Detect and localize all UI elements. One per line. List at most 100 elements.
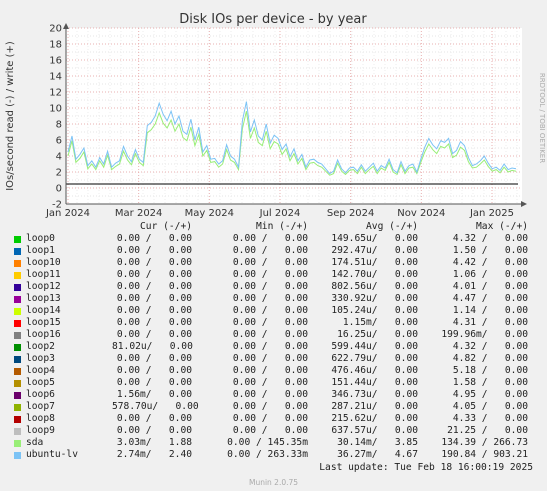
legend-swatch [14, 380, 21, 387]
legend-swatch [14, 284, 21, 291]
legend-name: loop2 [26, 341, 55, 352]
legend: Cur (-/+) Min (-/+) Avg (-/+) Max (-/+) … [0, 221, 547, 461]
legend-avg: 622.79u/ 0.00 [331, 353, 418, 364]
legend-cur: 0.00 / 0.00 [116, 329, 192, 340]
legend-name: loop3 [26, 353, 55, 364]
legend-row-loop16: loop16 0.00 / 0.00 0.00 / 0.00 16.25u/ 0.00… [0, 329, 547, 341]
legend-name: loop6 [26, 389, 55, 400]
legend-name: loop1 [26, 245, 55, 256]
legend-row-loop14: loop14 0.00 / 0.00 0.00 / 0.00 105.24u/ 0.0… [0, 305, 547, 317]
legend-cur: 0.00 / 0.00 [116, 353, 192, 364]
legend-avg: 802.56u/ 0.00 [331, 281, 418, 292]
legend-cur: 1.56m/ 0.00 [116, 389, 192, 400]
legend-row-ubuntu-lv: ubuntu-lv 2.74m/ 2.40 0.00 / 263.33m 36.27m… [0, 449, 547, 461]
legend-header-max: Max (-/+) [476, 221, 528, 232]
legend-max: 4.42 / 0.00 [452, 257, 528, 268]
x-tick-label: Jul 2024 [259, 208, 301, 219]
x-tick-label: Jan 2025 [469, 208, 514, 219]
legend-avg: 36.27m/ 4.67 [337, 449, 418, 460]
legend-max: 4.32 / 0.00 [452, 233, 528, 244]
legend-row-sda: sda 3.03m/ 1.88 0.00 / 145.35m 30.14m/ 3.85… [0, 437, 547, 449]
y-tick-label: 2 [56, 168, 62, 179]
legend-min: 0.00 / 0.00 [232, 413, 308, 424]
legend-max: 190.84 / 903.21 [441, 449, 528, 460]
legend-swatch [14, 404, 21, 411]
legend-max: 199.96m/ 0.00 [441, 329, 528, 340]
legend-header-avg: Avg (-/+) [366, 221, 418, 232]
legend-min: 0.00 / 0.00 [232, 245, 308, 256]
legend-name: loop13 [26, 293, 61, 304]
legend-avg: 330.92u/ 0.00 [331, 293, 418, 304]
legend-avg: 215.62u/ 0.00 [331, 413, 418, 424]
y-tick-label: 6 [56, 136, 62, 147]
legend-row-loop5: loop5 0.00 / 0.00 0.00 / 0.00 151.44u/ 0.00… [0, 377, 547, 389]
legend-swatch [14, 308, 21, 315]
legend-min: 0.00 / 0.00 [232, 425, 308, 436]
legend-swatch [14, 260, 21, 267]
legend-name: loop15 [26, 317, 61, 328]
y-tick-label: 14 [49, 72, 62, 83]
legend-max: 4.33 / 0.00 [452, 413, 528, 424]
legend-swatch [14, 320, 21, 327]
legend-name: loop0 [26, 233, 55, 244]
legend-row-loop6: loop6 1.56m/ 0.00 0.00 / 0.00 346.73u/ 0.00… [0, 389, 547, 401]
legend-max: 1.06 / 0.00 [452, 269, 528, 280]
legend-avg: 599.44u/ 0.00 [331, 341, 418, 352]
legend-cur: 0.00 / 0.00 [116, 233, 192, 244]
legend-min: 0.00 / 0.00 [232, 293, 308, 304]
legend-header-min: Min (-/+) [256, 221, 308, 232]
legend-max: 4.32 / 0.00 [452, 341, 528, 352]
x-tick-label: Sep 2024 [327, 208, 374, 219]
legend-name: loop7 [26, 401, 55, 412]
legend-swatch [14, 416, 21, 423]
legend-avg: 287.21u/ 0.00 [331, 401, 418, 412]
legend-row-loop0: loop0 0.00 / 0.00 0.00 / 0.00 149.65u/ 0.00… [0, 233, 547, 245]
legend-name: loop11 [26, 269, 61, 280]
legend-max: 4.01 / 0.00 [452, 281, 528, 292]
legend-row-loop15: loop15 0.00 / 0.00 0.00 / 0.00 1.15m/ 0.00 4… [0, 317, 547, 329]
legend-avg: 142.70u/ 0.00 [331, 269, 418, 280]
legend-cur: 0.00 / 0.00 [116, 293, 192, 304]
legend-row-loop1: loop1 0.00 / 0.00 0.00 / 0.00 292.47u/ 0.00… [0, 245, 547, 257]
legend-cur: 0.00 / 0.00 [116, 245, 192, 256]
legend-header-cur: Cur (-/+) [140, 221, 192, 232]
legend-min: 0.00 / 0.00 [232, 377, 308, 388]
legend-avg: 1.15m/ 0.00 [342, 317, 418, 328]
legend-avg: 151.44u/ 0.00 [331, 377, 418, 388]
legend-max: 1.50 / 0.00 [452, 245, 528, 256]
legend-cur: 0.00 / 0.00 [116, 269, 192, 280]
legend-header: Cur (-/+) Min (-/+) Avg (-/+) Max (-/+) [0, 221, 547, 233]
legend-min: 0.00 / 0.00 [232, 257, 308, 268]
legend-avg: 16.25u/ 0.00 [337, 329, 418, 340]
legend-cur: 0.00 / 0.00 [116, 413, 192, 424]
legend-name: loop4 [26, 365, 55, 376]
legend-min: 0.00 / 0.00 [232, 329, 308, 340]
legend-avg: 105.24u/ 0.00 [331, 305, 418, 316]
last-update: Last update: Tue Feb 18 16:00:19 2025 [319, 462, 533, 473]
legend-max: 134.39 / 266.73 [441, 437, 528, 448]
legend-name: ubuntu-lv [26, 449, 78, 460]
legend-min: 0.00 / 0.00 [232, 365, 308, 376]
legend-row-loop11: loop11 0.00 / 0.00 0.00 / 0.00 142.70u/ 0.0… [0, 269, 547, 281]
legend-min: 0.00 / 0.00 [232, 269, 308, 280]
legend-cur: 0.00 / 0.00 [116, 317, 192, 328]
legend-min: 0.00 / 0.00 [232, 305, 308, 316]
legend-avg: 174.51u/ 0.00 [331, 257, 418, 268]
legend-row-loop10: loop10 0.00 / 0.00 0.00 / 0.00 174.51u/ 0.0… [0, 257, 547, 269]
legend-min: 0.00 / 0.00 [232, 233, 308, 244]
legend-name: loop8 [26, 413, 55, 424]
legend-cur: 0.00 / 0.00 [116, 425, 192, 436]
legend-swatch [14, 452, 21, 459]
legend-min: 0.00 / 0.00 [232, 389, 308, 400]
x-tick-label: Mar 2024 [115, 208, 163, 219]
legend-max: 1.58 / 0.00 [452, 377, 528, 388]
legend-cur: 578.70u/ 0.00 [112, 401, 199, 412]
legend-row-loop12: loop12 0.00 / 0.00 0.00 / 0.00 802.56u/ 0.0… [0, 281, 547, 293]
legend-min: 0.00 / 0.00 [232, 353, 308, 364]
legend-name: loop12 [26, 281, 61, 292]
legend-swatch [14, 296, 21, 303]
legend-avg: 476.46u/ 0.00 [331, 365, 418, 376]
legend-cur: 0.00 / 0.00 [116, 377, 192, 388]
legend-swatch [14, 248, 21, 255]
legend-name: loop9 [26, 425, 55, 436]
